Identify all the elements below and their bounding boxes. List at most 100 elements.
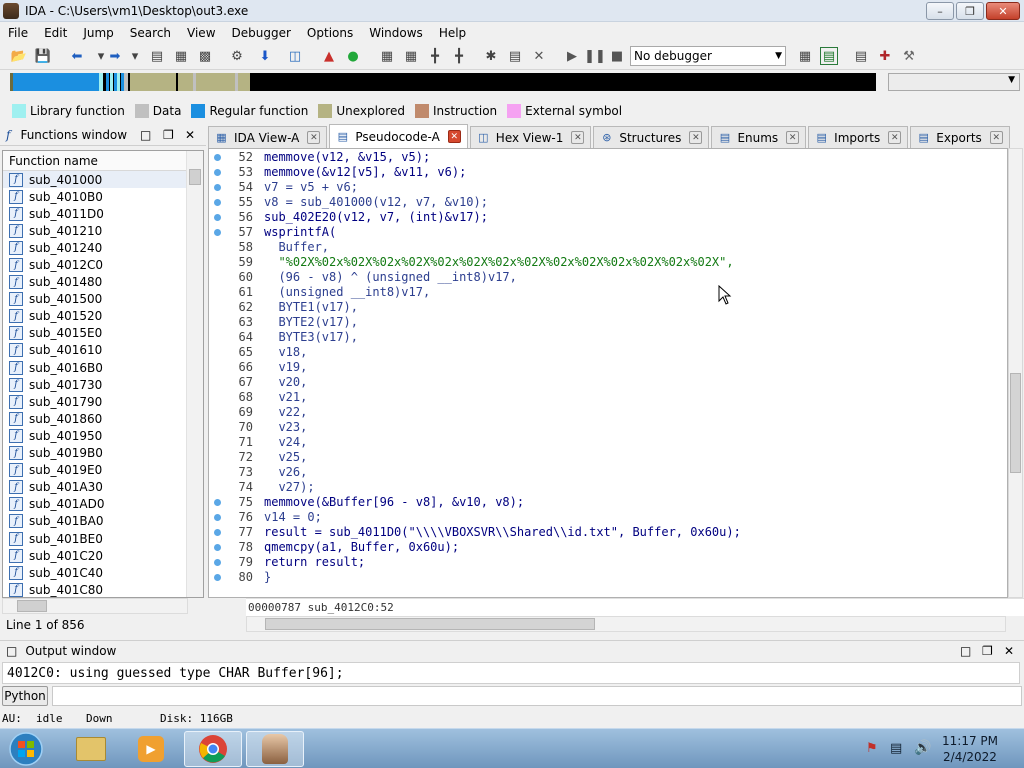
python-button[interactable]: Python [2, 686, 48, 706]
navigation-combo[interactable]: ▼ [888, 73, 1020, 91]
menu-help[interactable]: Help [431, 26, 474, 40]
function-list-item[interactable]: f sub_401950 [3, 427, 203, 444]
close-icon[interactable]: ✕ [185, 128, 195, 142]
tab-pseudocode-a[interactable]: ▤ Pseudocode-A ✕ [329, 124, 468, 148]
warning-icon[interactable]: ▲ [320, 47, 338, 65]
function-list-item[interactable]: f sub_4019E0 [3, 462, 203, 479]
code-line[interactable]: 77 result = sub_4011D0("\\\\VBOXSVR\\Shar… [209, 525, 1007, 540]
close-icon[interactable]: ✕ [1004, 644, 1014, 658]
code-line[interactable]: 55 v8 = sub_401000(v12, v7, &v10); [209, 195, 1007, 210]
volume-icon[interactable]: 🔊 [914, 740, 931, 756]
network-icon[interactable]: ▤ [890, 741, 902, 756]
function-list-item[interactable]: f sub_401000 [3, 171, 203, 189]
media-player-taskbar[interactable]: ▶ [122, 731, 180, 767]
functions-horizontal-scrollbar[interactable] [2, 598, 188, 614]
undefine-icon[interactable]: ✱ [482, 47, 500, 65]
code-line[interactable]: 61 (unsigned __int8)v17, [209, 285, 1007, 300]
function-list-item[interactable]: f sub_401AD0 [3, 496, 203, 513]
function-list-item[interactable]: f sub_401210 [3, 222, 203, 239]
function-list-item[interactable]: f sub_401A30 [3, 479, 203, 496]
ida-taskbar[interactable] [246, 731, 304, 767]
breakpoint-dot-icon[interactable] [214, 169, 221, 176]
debugger-select[interactable]: No debugger ▼ [630, 46, 786, 66]
function-list-item[interactable]: f sub_401C20 [3, 547, 203, 564]
make-array-icon[interactable]: ╋ [450, 47, 468, 65]
chrome-taskbar[interactable] [184, 731, 242, 767]
scroll-thumb[interactable] [1010, 373, 1021, 473]
restore-icon[interactable]: □ [140, 128, 151, 142]
code-line[interactable]: 74 v27); [209, 480, 1007, 495]
open-file-icon[interactable]: 📂 [10, 47, 28, 65]
back-arrow-icon[interactable]: ⬅ [68, 47, 86, 65]
function-name-column-header[interactable]: Function name [3, 151, 203, 171]
delete-icon[interactable]: ✕ [530, 47, 548, 65]
code-line[interactable]: 66 v19, [209, 360, 1007, 375]
python-command-input[interactable] [52, 686, 1022, 706]
code-line[interactable]: 70 v23, [209, 420, 1007, 435]
code-line[interactable]: 73 v26, [209, 465, 1007, 480]
menu-debugger[interactable]: Debugger [224, 26, 299, 40]
make-code-icon[interactable]: ▦ [378, 47, 396, 65]
binary-search-icon[interactable]: ▤ [148, 47, 166, 65]
function-list-item[interactable]: f sub_401730 [3, 376, 203, 393]
tab-close-icon[interactable]: ✕ [888, 131, 902, 144]
function-list-item[interactable]: f sub_401BA0 [3, 513, 203, 530]
functions-vertical-scrollbar[interactable] [186, 151, 203, 597]
rename-icon[interactable]: ▤ [506, 47, 524, 65]
breakpoint-dot-icon[interactable] [214, 544, 221, 551]
maximize-button[interactable]: ❐ [956, 2, 984, 20]
make-data-icon[interactable]: ▦ [402, 47, 420, 65]
code-line[interactable]: 75 memmove(&Buffer[96 - v8], &v10, v8); [209, 495, 1007, 510]
jump-down-icon[interactable]: ⬇ [256, 47, 274, 65]
code-line[interactable]: 64 BYTE3(v17), [209, 330, 1007, 345]
function-list-item[interactable]: f sub_401240 [3, 239, 203, 256]
output-text[interactable]: 4012C0: using guessed type CHAR Buffer[9… [2, 662, 1020, 684]
code-line[interactable]: 59 "%02X%02x%02X%02x%02X%02x%02X%02x%02X… [209, 255, 1007, 270]
float-icon[interactable]: ❐ [163, 128, 174, 142]
float-icon[interactable]: ❐ [982, 644, 993, 658]
tab-close-icon[interactable]: ✕ [689, 131, 703, 144]
breakpoint-dot-icon[interactable] [214, 184, 221, 191]
menu-file[interactable]: File [0, 26, 36, 40]
breakpoint-dot-icon[interactable] [214, 229, 221, 236]
breakpoint-dot-icon[interactable] [214, 214, 221, 221]
code-line[interactable]: 67 v20, [209, 375, 1007, 390]
pause-icon[interactable]: ❚❚ [584, 47, 606, 65]
menu-jump[interactable]: Jump [75, 26, 121, 40]
hex-view-icon[interactable]: ▦ [796, 47, 814, 65]
file-explorer-taskbar[interactable] [62, 731, 120, 767]
code-horizontal-scrollbar[interactable] [246, 616, 1006, 632]
tab-ida-view-a[interactable]: ▦ IDA View-A ✕ [208, 126, 328, 148]
function-list-item[interactable]: f sub_401480 [3, 274, 203, 291]
code-line[interactable]: 56 sub_402E20(v12, v7, (int)&v17); [209, 210, 1007, 225]
strings-icon[interactable]: ▤ [852, 47, 870, 65]
add-plugin-icon[interactable]: ✚ [876, 47, 894, 65]
close-button[interactable]: ✕ [986, 2, 1020, 20]
function-list-item[interactable]: f sub_401610 [3, 342, 203, 359]
tab-structures[interactable]: ⊛ Structures ✕ [593, 126, 710, 148]
green-dot-icon[interactable]: ● [344, 47, 362, 65]
breakpoint-dot-icon[interactable] [214, 514, 221, 521]
function-list-item[interactable]: f sub_4010B0 [3, 188, 203, 205]
text-search-icon[interactable]: ▦ [172, 47, 190, 65]
stop-icon[interactable]: ■ [608, 47, 626, 65]
code-line[interactable]: 60 (96 - v8) ^ (unsigned __int8)v17, [209, 270, 1007, 285]
menu-edit[interactable]: Edit [36, 26, 75, 40]
code-line[interactable]: 58 Buffer, [209, 240, 1007, 255]
tab-close-icon[interactable]: ✕ [447, 130, 461, 143]
code-line[interactable]: 62 BYTE1(v17), [209, 300, 1007, 315]
tab-imports[interactable]: ▤ Imports ✕ [808, 126, 909, 148]
tab-hex-view-1[interactable]: ◫ Hex View-1 ✕ [469, 126, 592, 148]
scroll-thumb[interactable] [265, 618, 595, 630]
minimize-button[interactable]: – [926, 2, 954, 20]
function-list-item[interactable]: f sub_4015E0 [3, 325, 203, 342]
pseudocode-view[interactable]: 52 memmove(v12, &v15, v5); 53 memmove(&v12[… [208, 148, 1008, 598]
forward-arrow-icon[interactable]: ➡ [106, 47, 124, 65]
breakpoint-dot-icon[interactable] [214, 199, 221, 206]
code-line[interactable]: 63 BYTE2(v17), [209, 315, 1007, 330]
play-icon[interactable]: ▶ [563, 47, 581, 65]
breakpoint-dot-icon[interactable] [214, 529, 221, 536]
make-string-icon[interactable]: ╋ [426, 47, 444, 65]
search-next-icon[interactable]: ▩ [196, 47, 214, 65]
start-button[interactable] [2, 731, 50, 767]
